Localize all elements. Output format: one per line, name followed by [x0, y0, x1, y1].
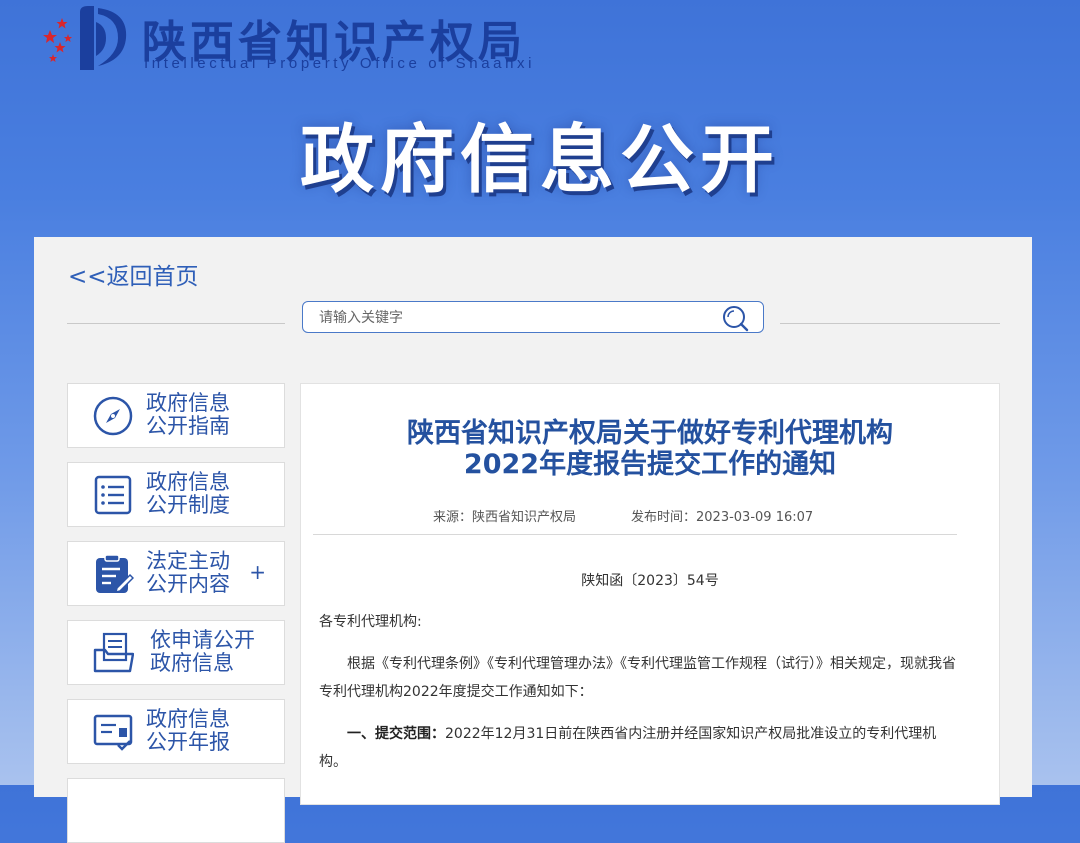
search-icon [723, 306, 749, 332]
article-divider [313, 534, 957, 535]
logo-emblem-icon [43, 6, 127, 70]
search-box [302, 301, 764, 333]
sidebar-item-label: 政府信息 公开指南 [146, 391, 230, 438]
sidebar-item-label: 政府信息 公开年报 [146, 707, 230, 754]
sidebar-item-label: 依申请公开 政府信息 [150, 628, 255, 675]
salutation: 各专利代理机构: [319, 614, 422, 630]
page-banner: 政府信息公开 [300, 117, 780, 203]
article-publish-time: 发布时间：2023-03-09 16:07 [631, 510, 814, 525]
sidebar-item-guide[interactable]: 政府信息 公开指南 [67, 383, 285, 448]
site-title-en: Intellectual Property Office of Shaanxi [144, 55, 536, 72]
article-title: 陕西省知识产权局关于做好专利代理机构 2022年度报告提交工作的通知 [407, 418, 893, 480]
sidebar-item-system[interactable]: 政府信息 公开制度 [67, 462, 285, 527]
clipboard-edit-icon [96, 554, 134, 594]
sidebar-item-apply[interactable]: 依申请公开 政府信息 [67, 620, 285, 685]
sidebar-item-annual-report[interactable]: 政府信息 公开年报 [67, 699, 285, 764]
sidebar-item-label: 政府信息 公开制度 [146, 470, 230, 517]
divider-right [780, 323, 1000, 324]
sidebar-item-more[interactable] [67, 778, 285, 843]
sidebar-item-statutory[interactable]: 法定主动 公开内容 + [67, 541, 285, 606]
divider-left [67, 323, 285, 324]
sidebar-item-label: 法定主动 公开内容 [146, 549, 230, 596]
article-panel: 陕西省知识产权局关于做好专利代理机构 2022年度报告提交工作的通知 来源：陕西… [300, 383, 1000, 805]
document-number: 陕知函〔2023〕54号 [581, 573, 719, 589]
paragraph-intro: 根据《专利代理条例》《专利代理管理办法》《专利代理监管工作规程（试行）》相关规定… [319, 656, 956, 700]
report-screen-icon [93, 714, 133, 751]
main-panel: <<返回首页 政府信息公开指南 政府信息 [34, 237, 1032, 843]
folder-document-icon [93, 632, 134, 673]
site-logo[interactable] [36, 4, 136, 74]
back-home-link[interactable]: <<返回首页 [68, 257, 199, 291]
paragraph-section-1: 一、提交范围：2022年12月31日前在陕西省内注册并经国家知识产权局批准设立的… [319, 726, 937, 770]
article-source: 来源：陕西省知识产权局 [433, 510, 577, 525]
compass-icon [93, 396, 133, 436]
search-button[interactable] [721, 304, 749, 332]
expand-icon[interactable]: + [249, 560, 266, 584]
list-document-icon [94, 475, 132, 515]
search-input[interactable] [317, 306, 711, 330]
